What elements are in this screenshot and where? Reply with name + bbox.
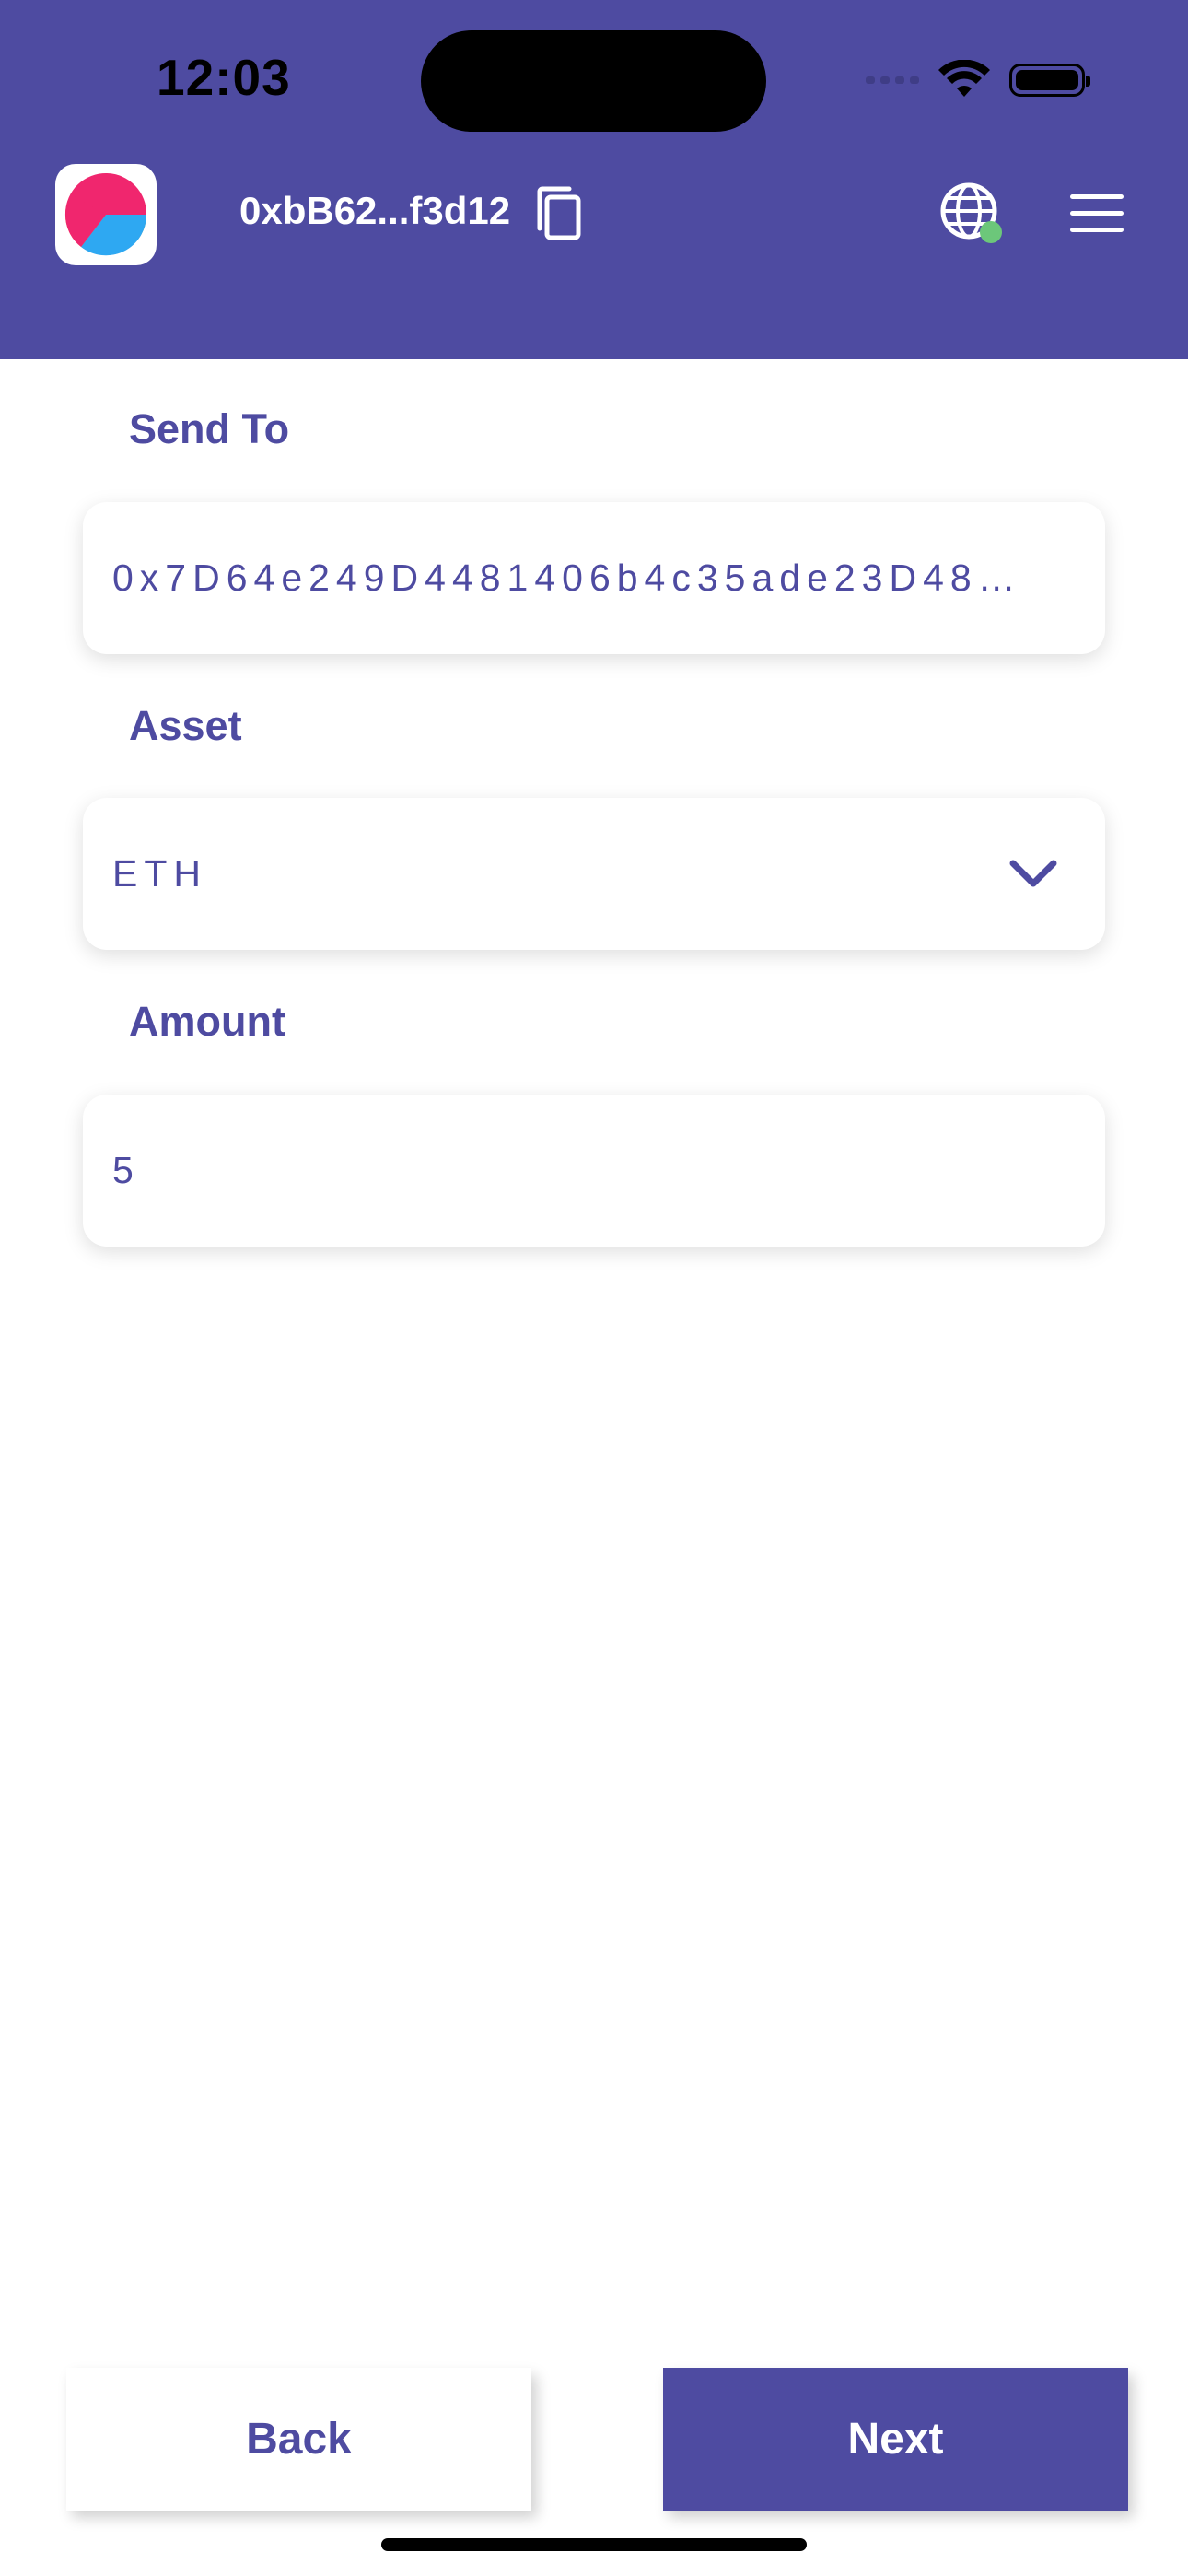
send-to-label: Send To <box>129 405 290 452</box>
amount-value: 5 <box>112 1149 134 1191</box>
network-status-dot <box>980 221 1002 243</box>
home-indicator <box>381 2538 807 2551</box>
copy-icon[interactable] <box>532 184 586 243</box>
status-time: 12:03 <box>157 49 291 106</box>
battery-icon <box>1009 64 1090 97</box>
wallet-logo-icon[interactable] <box>55 164 157 265</box>
wallet-address: 0xbB62...f3d12 <box>239 189 511 232</box>
amount-label: Amount <box>129 998 285 1045</box>
app-header: 12:03 0xbB62...f3d12 <box>0 0 1188 359</box>
asset-value: ETH <box>112 852 207 895</box>
chevron-down-icon <box>1009 860 1057 886</box>
asset-select[interactable]: ETH <box>83 798 1105 950</box>
send-to-input[interactable]: 0x7D64e249D4481406b4c35ade23D48… <box>83 502 1105 654</box>
asset-label: Asset <box>129 702 242 749</box>
hamburger-menu-icon[interactable] <box>1068 191 1125 237</box>
dynamic-island <box>421 30 766 132</box>
send-to-value: 0x7D64e249D4481406b4c35ade23D48… <box>112 556 1022 599</box>
cellular-signal-icon <box>866 76 919 84</box>
next-button[interactable]: Next <box>663 2368 1128 2511</box>
send-screen: 12:03 0xbB62...f3d12 Send To 0x7D64e249D… <box>0 0 1188 2576</box>
globe-icon[interactable] <box>938 180 1007 250</box>
amount-input[interactable]: 5 <box>83 1095 1105 1247</box>
status-icons <box>866 57 1090 103</box>
wifi-icon <box>938 60 990 97</box>
back-button[interactable]: Back <box>66 2368 531 2511</box>
